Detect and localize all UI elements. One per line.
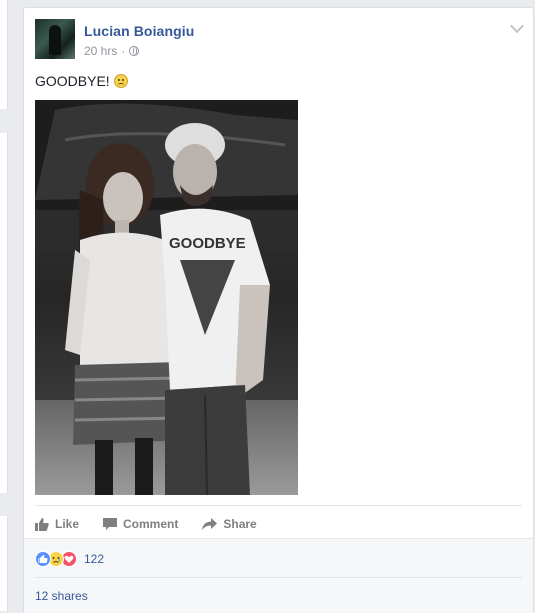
chevron-down-icon[interactable] (509, 18, 525, 34)
author-avatar[interactable] (35, 19, 75, 59)
like-button[interactable]: Like (35, 517, 79, 531)
post-card: Lucian Boiangiu 20 hrs · GOODBYE! GOODBY… (23, 7, 534, 613)
share-arrow-icon (202, 517, 218, 530)
shares-divider (35, 577, 522, 578)
shirt-text: GOODBYE (169, 235, 246, 252)
thumbs-up-icon (35, 517, 49, 531)
comment-button[interactable]: Comment (103, 517, 178, 531)
left-panel-fragment (0, 516, 8, 611)
post-actions: Like Comment Share (35, 512, 281, 536)
post-message: GOODBYE! (35, 73, 110, 89)
left-panel-fragment (0, 133, 8, 493)
photo-image: GOODBYE (35, 100, 298, 495)
left-column-edge (0, 0, 8, 611)
like-label: Like (55, 517, 80, 531)
post-photo[interactable]: GOODBYE (35, 100, 298, 495)
share-button[interactable]: Share (202, 517, 257, 531)
post-meta: 20 hrs · (84, 44, 140, 58)
comment-label: Comment (123, 517, 179, 531)
share-label: Share (223, 517, 257, 531)
feedback-section: 122 12 shares (24, 538, 533, 613)
reaction-count[interactable]: 122 (84, 552, 104, 566)
comment-icon (103, 517, 118, 530)
timestamp[interactable]: 20 hrs (84, 44, 117, 58)
actions-divider (35, 505, 522, 506)
left-panel-fragment (0, 0, 8, 109)
reaction-summary[interactable]: 122 (35, 551, 104, 567)
like-reaction-icon (35, 551, 51, 567)
sad-emoji-icon (113, 74, 128, 88)
meta-separator: · (121, 44, 126, 58)
author-name[interactable]: Lucian Boiangiu (84, 23, 194, 39)
globe-icon[interactable] (129, 46, 140, 56)
post-text: GOODBYE! (35, 73, 128, 89)
shares-count[interactable]: 12 shares (35, 589, 88, 603)
